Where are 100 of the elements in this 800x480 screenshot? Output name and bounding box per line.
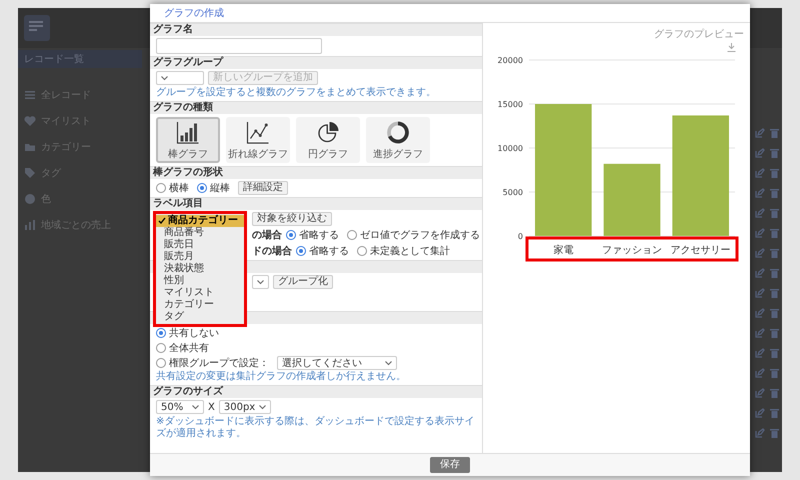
radio-button[interactable] xyxy=(347,230,357,240)
app-logo-icon[interactable] xyxy=(24,15,50,41)
detail-settings-button[interactable]: 詳細設定 xyxy=(238,181,288,195)
group-by-button[interactable]: グループ化 xyxy=(273,275,333,289)
chart-type-tile[interactable]: 進捗グラフ xyxy=(366,117,430,163)
download-icon[interactable] xyxy=(727,43,736,52)
y-axis-label: 20000 xyxy=(498,56,523,65)
caret-icon xyxy=(192,404,199,410)
x-axis-label: 家電 xyxy=(553,245,574,256)
radio-button[interactable] xyxy=(156,328,166,338)
radio-label: 省略する xyxy=(299,228,339,242)
chart-type-tile[interactable]: 折れ線グラフ xyxy=(226,117,290,163)
width-select[interactable]: 50% xyxy=(156,400,204,414)
trash-icon[interactable] xyxy=(770,268,779,278)
radio-label: 共有しない xyxy=(169,326,219,340)
group-select[interactable] xyxy=(156,71,204,85)
filter-button[interactable]: 対象を絞り込む xyxy=(252,212,332,226)
section-heading: グラフの種類 xyxy=(150,101,482,114)
radio-label: 権限グループで設定： xyxy=(169,356,269,370)
y-axis-label: 0 xyxy=(518,232,523,241)
y-axis-label: 10000 xyxy=(498,144,523,153)
y-axis-label: 15000 xyxy=(498,100,523,109)
dropdown-option[interactable]: 商品番号 xyxy=(156,227,244,239)
radio-button[interactable] xyxy=(296,246,306,256)
trash-icon[interactable] xyxy=(770,228,779,238)
trash-icon[interactable] xyxy=(770,308,779,318)
edit-icon[interactable] xyxy=(755,228,765,238)
group-select[interactable]: 選択してください xyxy=(277,356,397,370)
radio-label: 未定義として集計 xyxy=(370,244,450,258)
section-heading: グラフのサイズ xyxy=(150,385,482,398)
section-heading: グラフ名 xyxy=(150,23,482,36)
help-note: 共有設定の変更は集計グラフの作成者しか行えません。 xyxy=(156,371,407,383)
edit-icon[interactable] xyxy=(755,308,765,318)
edit-icon[interactable] xyxy=(755,248,765,258)
dropdown-option[interactable]: 販売月 xyxy=(156,251,244,263)
edit-icon[interactable] xyxy=(755,208,765,218)
option-label: ドの場合 xyxy=(252,244,292,258)
dropdown-option[interactable]: 商品カテゴリー xyxy=(156,215,244,227)
folder-icon xyxy=(24,141,36,153)
section-heading: ラベル項目 xyxy=(150,197,482,210)
edit-icon[interactable] xyxy=(755,388,765,398)
height-select[interactable]: 300px xyxy=(218,400,272,414)
dropdown-option[interactable]: カテゴリー xyxy=(156,299,244,311)
chart-type-tile[interactable]: 棒グラフ xyxy=(156,117,220,163)
dialog-title: グラフの作成 xyxy=(164,6,224,20)
graph-name-field[interactable] xyxy=(156,38,322,54)
trash-icon[interactable] xyxy=(770,348,779,358)
trash-icon[interactable] xyxy=(770,388,779,398)
radio-label: 省略する xyxy=(309,244,349,258)
sidebar-header: レコード一覧 xyxy=(24,53,84,66)
check-icon xyxy=(158,217,166,225)
preview-title: グラフのプレビュー xyxy=(654,29,744,40)
edit-icon[interactable] xyxy=(755,328,765,338)
edit-icon[interactable] xyxy=(755,368,765,378)
tag-icon xyxy=(24,167,36,179)
edit-icon[interactable] xyxy=(755,348,765,358)
edit-icon[interactable] xyxy=(755,428,765,438)
trash-icon[interactable] xyxy=(770,288,779,298)
edit-icon[interactable] xyxy=(755,148,765,158)
caret-icon xyxy=(161,76,168,80)
trash-icon[interactable] xyxy=(770,168,779,178)
edit-icon[interactable] xyxy=(755,288,765,298)
dropdown-option[interactable]: 性別 xyxy=(156,275,244,287)
caret-icon xyxy=(257,280,264,284)
edit-icon[interactable] xyxy=(755,128,765,138)
radio-button[interactable] xyxy=(197,183,207,193)
section-heading: グラフグループ xyxy=(150,56,482,69)
help-note: ※ダッシュボードに表示する際は、ダッシュボードで設定する表示サイズが適用されます。 xyxy=(156,416,476,440)
trash-icon[interactable] xyxy=(770,248,779,258)
help-note: グループを設定すると複数のグラフをまとめて表示できます。 xyxy=(156,87,437,99)
y-axis-label: 5000 xyxy=(502,188,523,197)
trash-icon[interactable] xyxy=(770,368,779,378)
edit-icon[interactable] xyxy=(755,408,765,418)
radio-button[interactable] xyxy=(156,343,166,353)
dropdown-option[interactable]: タグ xyxy=(156,311,244,323)
trash-icon[interactable] xyxy=(770,148,779,158)
edit-icon[interactable] xyxy=(755,168,765,178)
trash-icon[interactable] xyxy=(770,408,779,418)
radio-label: ゼロ値でグラフを作成する xyxy=(360,228,480,242)
edit-icon[interactable] xyxy=(755,188,765,198)
trash-icon[interactable] xyxy=(770,128,779,138)
trash-icon[interactable] xyxy=(770,188,779,198)
trash-icon[interactable] xyxy=(770,428,779,438)
radio-button[interactable] xyxy=(357,246,367,256)
chart-type-tile[interactable]: 円グラフ xyxy=(296,117,360,163)
edit-icon[interactable] xyxy=(755,268,765,278)
dropdown-option[interactable]: 決裁状態 xyxy=(156,263,244,275)
radio-button[interactable] xyxy=(156,358,166,368)
radio-label: 縦棒 xyxy=(210,182,230,195)
trash-icon[interactable] xyxy=(770,328,779,338)
option-label: の場合 xyxy=(252,228,282,242)
dropdown-option[interactable]: 販売日 xyxy=(156,239,244,251)
dropdown-option[interactable]: マイリスト xyxy=(156,287,244,299)
radio-button[interactable] xyxy=(286,230,296,240)
chart-icon xyxy=(24,219,36,231)
caret-icon xyxy=(385,360,392,366)
trash-icon[interactable] xyxy=(770,208,779,218)
radio-button[interactable] xyxy=(156,183,166,193)
group-by-select[interactable] xyxy=(252,275,269,289)
save-button[interactable]: 保存 xyxy=(430,457,470,473)
